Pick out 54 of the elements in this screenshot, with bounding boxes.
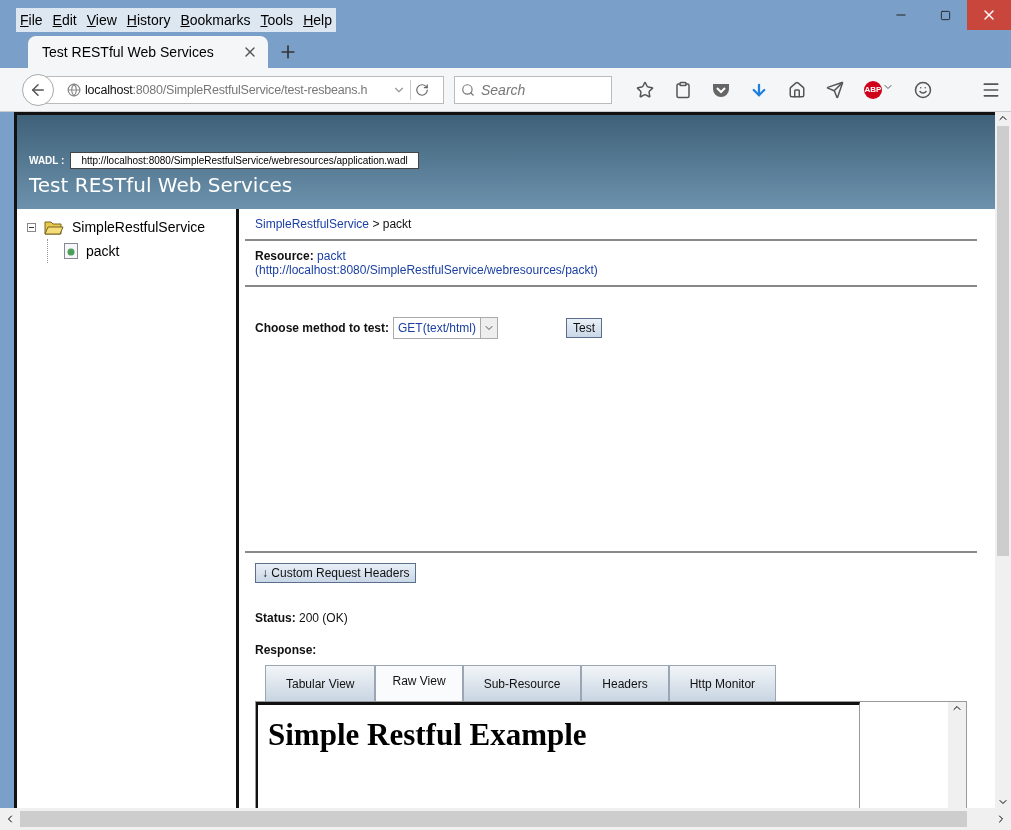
folder-icon	[44, 219, 64, 235]
method-label: Choose method to test:	[255, 321, 389, 335]
address-field[interactable]: localhost:8080/SimpleRestfulService/test-resbeans.h	[46, 75, 444, 104]
tree-item[interactable]: packt	[86, 243, 120, 259]
globe-icon	[67, 82, 81, 97]
scroll-thumb[interactable]	[20, 811, 967, 827]
breadcrumb-link[interactable]: SimpleRestfulService	[255, 217, 370, 231]
wadl-url-field[interactable]: http://localhost:8080/SimpleRestfulService/webresources/application.wadl	[70, 152, 419, 169]
response-tab[interactable]: Sub-Resource	[462, 665, 582, 701]
maximize-icon	[939, 9, 951, 21]
status-value: 200 (OK)	[299, 611, 348, 625]
search-field[interactable]: Search	[454, 75, 612, 104]
reload-icon[interactable]	[415, 82, 429, 97]
browser-tab[interactable]: Test RESTful Web Services	[28, 36, 268, 68]
smiley-icon[interactable]	[914, 80, 932, 99]
method-select[interactable]: GET(text/html)	[393, 317, 498, 339]
menu-item[interactable]: View	[86, 12, 117, 28]
adblock-badge: ABP	[864, 80, 882, 99]
tree-item[interactable]: SimpleRestfulService	[72, 219, 206, 235]
menu-item[interactable]: File	[20, 12, 43, 28]
response-label: Response:	[255, 643, 317, 657]
search-icon	[461, 82, 475, 97]
send-icon[interactable]	[826, 80, 844, 99]
custom-headers-button[interactable]: ↓ Custom Request Headers	[255, 563, 417, 583]
adblock-icon[interactable]: ABP	[864, 80, 894, 99]
test-button[interactable]: Test	[566, 318, 603, 338]
resource-url-link[interactable]: (http://localhost:8080/SimpleRestfulService/webresources/packt)	[255, 263, 598, 277]
response-tab[interactable]: Tabular View	[265, 665, 376, 701]
collapse-icon[interactable]	[27, 222, 36, 232]
star-icon[interactable]	[636, 80, 654, 99]
back-button[interactable]	[22, 73, 54, 106]
breadcrumb-current: > packt	[372, 217, 412, 231]
menu-item[interactable]: History	[126, 12, 171, 28]
status-label: Status:	[255, 611, 296, 625]
resource-label: Resource:	[255, 249, 314, 263]
response-tab[interactable]: Headers	[581, 665, 669, 701]
search-placeholder: Search	[481, 81, 526, 98]
menu-item[interactable]: Bookmarks	[180, 12, 251, 28]
tab-title: Test RESTful Web Services	[42, 44, 214, 60]
response-tab[interactable]: Http Monitor	[668, 665, 777, 701]
scroll-thumb[interactable]	[997, 126, 1009, 556]
menu-item[interactable]: Help	[303, 12, 332, 28]
wadl-label: WADL :	[29, 155, 65, 166]
response-heading: Simple Restful Example	[268, 717, 588, 753]
document-icon	[64, 243, 78, 259]
menu-item[interactable]: Edit	[52, 12, 77, 28]
home-icon[interactable]	[788, 80, 806, 99]
response-tab[interactable]: Raw View	[375, 665, 463, 701]
url-text: localhost:8080/SimpleRestfulService/test-resbeans.h	[85, 82, 369, 97]
clipboard-icon[interactable]	[674, 80, 692, 99]
page-title: Test RESTful Web Services	[29, 173, 294, 197]
menu-item[interactable]: Tools	[260, 12, 294, 28]
close-button[interactable]	[967, 0, 1011, 30]
resource-link[interactable]: packt	[317, 249, 346, 263]
